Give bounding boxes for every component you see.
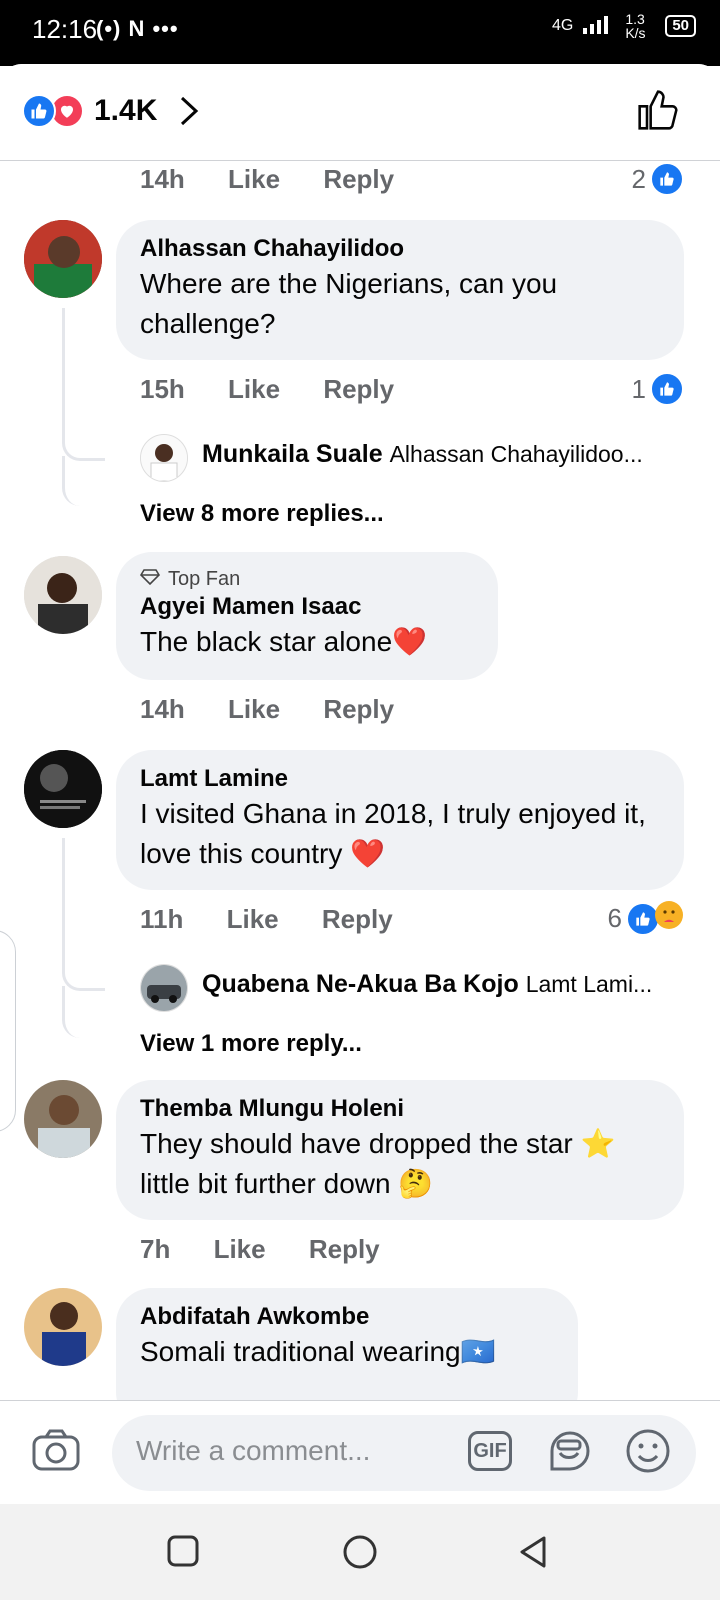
comment-author[interactable]: Themba Mlungu Holeni: [140, 1094, 660, 1124]
like-button[interactable]: Like: [214, 1234, 266, 1264]
reply-button[interactable]: Reply: [309, 1234, 380, 1264]
comment-meta: 11h Like Reply: [140, 904, 429, 935]
signal-icon: [583, 14, 615, 39]
reply-snippet: Lamt Lami...: [525, 971, 653, 997]
avatar[interactable]: [24, 1080, 102, 1158]
reply-author[interactable]: Quabena Ne-Akua Ba Kojo: [202, 970, 519, 998]
status-right: 4G 1.3 K/s 50: [552, 12, 696, 40]
circle-nav-icon[interactable]: [342, 1534, 378, 1575]
like-button[interactable]: Like: [228, 374, 280, 404]
comment-bubble[interactable]: Top Fan Agyei Mamen Isaac The black star…: [116, 552, 498, 680]
like-reaction-icon: [22, 94, 56, 128]
comment-time: 14h: [140, 164, 185, 194]
comments-sheet: 1.4K 14h Like Reply 2 Alhassan Chahayili…: [0, 64, 720, 1504]
comment-author[interactable]: Lamt Lamine: [140, 764, 660, 794]
reply-snippet: Alhassan Chahayilidoo...: [389, 441, 643, 467]
view-more-replies[interactable]: View 8 more replies...: [140, 500, 384, 528]
reaction-number: 6: [607, 903, 622, 933]
system-nav-bar: [0, 1504, 720, 1600]
like-button[interactable]: Like: [227, 904, 279, 934]
diamond-icon: [139, 566, 161, 592]
avatar[interactable]: [140, 964, 188, 1012]
comment-input[interactable]: Write a comment... GIF: [112, 1415, 696, 1491]
gif-icon[interactable]: GIF: [468, 1431, 512, 1471]
reply-preview[interactable]: Munkaila Suale Alhassan Chahayilidoo...: [202, 440, 690, 469]
comment-bubble[interactable]: Alhassan Chahayilidoo Where are the Nige…: [116, 220, 684, 360]
comment-meta: 14h Like Reply: [140, 164, 430, 195]
comment-text: I visited Ghana in 2018, I truly enjoyed…: [140, 798, 646, 869]
reply-preview[interactable]: Quabena Ne-Akua Ba Kojo Lamt Lami...: [202, 970, 690, 999]
reply-button[interactable]: Reply: [322, 904, 393, 934]
avatar[interactable]: [24, 750, 102, 828]
reply-button[interactable]: Reply: [323, 694, 394, 724]
view-more-replies[interactable]: View 1 more reply...: [140, 1030, 362, 1058]
square-nav-icon[interactable]: [166, 1534, 200, 1573]
comment-author[interactable]: Abdifatah Awkombe: [140, 1302, 554, 1332]
thumbs-up-outline-icon[interactable]: [636, 88, 680, 137]
comment-bubble[interactable]: Lamt Lamine I visited Ghana in 2018, I t…: [116, 750, 684, 890]
comment-placeholder: Write a comment...: [136, 1435, 371, 1466]
reply-button[interactable]: Reply: [323, 374, 394, 404]
back-nav-icon[interactable]: [516, 1534, 550, 1575]
avatar[interactable]: [24, 556, 102, 634]
comment-time: 11h: [140, 904, 184, 934]
comment-time: 15h: [140, 374, 185, 404]
top-fan-badge: Top Fan: [139, 566, 474, 592]
reply-button[interactable]: Reply: [323, 164, 394, 194]
avatar[interactable]: [24, 220, 102, 298]
comment-author[interactable]: Alhassan Chahayilidoo: [140, 234, 660, 264]
camera-icon[interactable]: [32, 1429, 80, 1478]
reaction-number: 2: [631, 163, 646, 194]
avatar[interactable]: [24, 1288, 102, 1366]
thread-line: [62, 308, 105, 461]
comment-text: The black star alone❤️: [140, 626, 427, 657]
comment-meta: 14h Like Reply: [140, 694, 430, 725]
chevron-right-icon[interactable]: [178, 94, 200, 133]
side-handle[interactable]: [0, 930, 16, 1132]
comment-composer: Write a comment... GIF: [0, 1400, 720, 1505]
reaction-summary[interactable]: 2: [632, 162, 684, 196]
avatar[interactable]: [140, 434, 188, 482]
comment-time: 7h: [140, 1234, 171, 1264]
reaction-summary[interactable]: 1: [632, 372, 684, 406]
comment-text: Where are the Nigerians, can you challen…: [140, 268, 558, 339]
comment-bubble[interactable]: Themba Mlungu Holeni They should have dr…: [116, 1080, 684, 1220]
comment-time: 14h: [140, 694, 185, 724]
status-notification-icons: (•) N •••: [96, 16, 179, 41]
like-reaction-icon: [650, 372, 684, 406]
status-bar: 12:16 (•) N ••• 4G 1.3 K/s 50: [0, 0, 720, 66]
comment-text: Somali traditional wearing🇸🇴: [140, 1336, 496, 1367]
network-type: 4G: [551, 17, 574, 34]
reply-author[interactable]: Munkaila Suale: [202, 440, 383, 468]
like-button[interactable]: Like: [228, 694, 280, 724]
battery-indicator: 50: [665, 15, 696, 37]
reactions-header: 1.4K: [0, 64, 720, 161]
sticker-icon[interactable]: [546, 1427, 594, 1480]
like-reaction-icon: [650, 162, 684, 196]
badge-label: Top Fan: [168, 568, 241, 590]
comment-list: 14h Like Reply 2 Alhassan Chahayilidoo W…: [0, 160, 720, 1470]
net-speed: 1.3 K/s: [625, 11, 646, 41]
status-time: 12:16: [32, 14, 98, 44]
thread-line: [62, 986, 105, 1038]
care-reaction-icon: [654, 900, 684, 937]
comment-meta: 15h Like Reply: [140, 374, 430, 405]
thread-line: [62, 838, 105, 991]
reaction-count[interactable]: 1.4K: [94, 94, 157, 128]
comment-author[interactable]: Agyei Mamen Isaac: [140, 592, 474, 622]
thread-line: [62, 456, 105, 506]
reaction-number: 1: [631, 373, 646, 404]
reaction-summary[interactable]: 6: [608, 900, 684, 937]
comment-text: They should have dropped the star ⭐ litt…: [140, 1128, 616, 1199]
comment-meta: 7h Like Reply: [140, 1234, 416, 1265]
emoji-icon[interactable]: [624, 1427, 672, 1480]
like-button[interactable]: Like: [228, 164, 280, 194]
